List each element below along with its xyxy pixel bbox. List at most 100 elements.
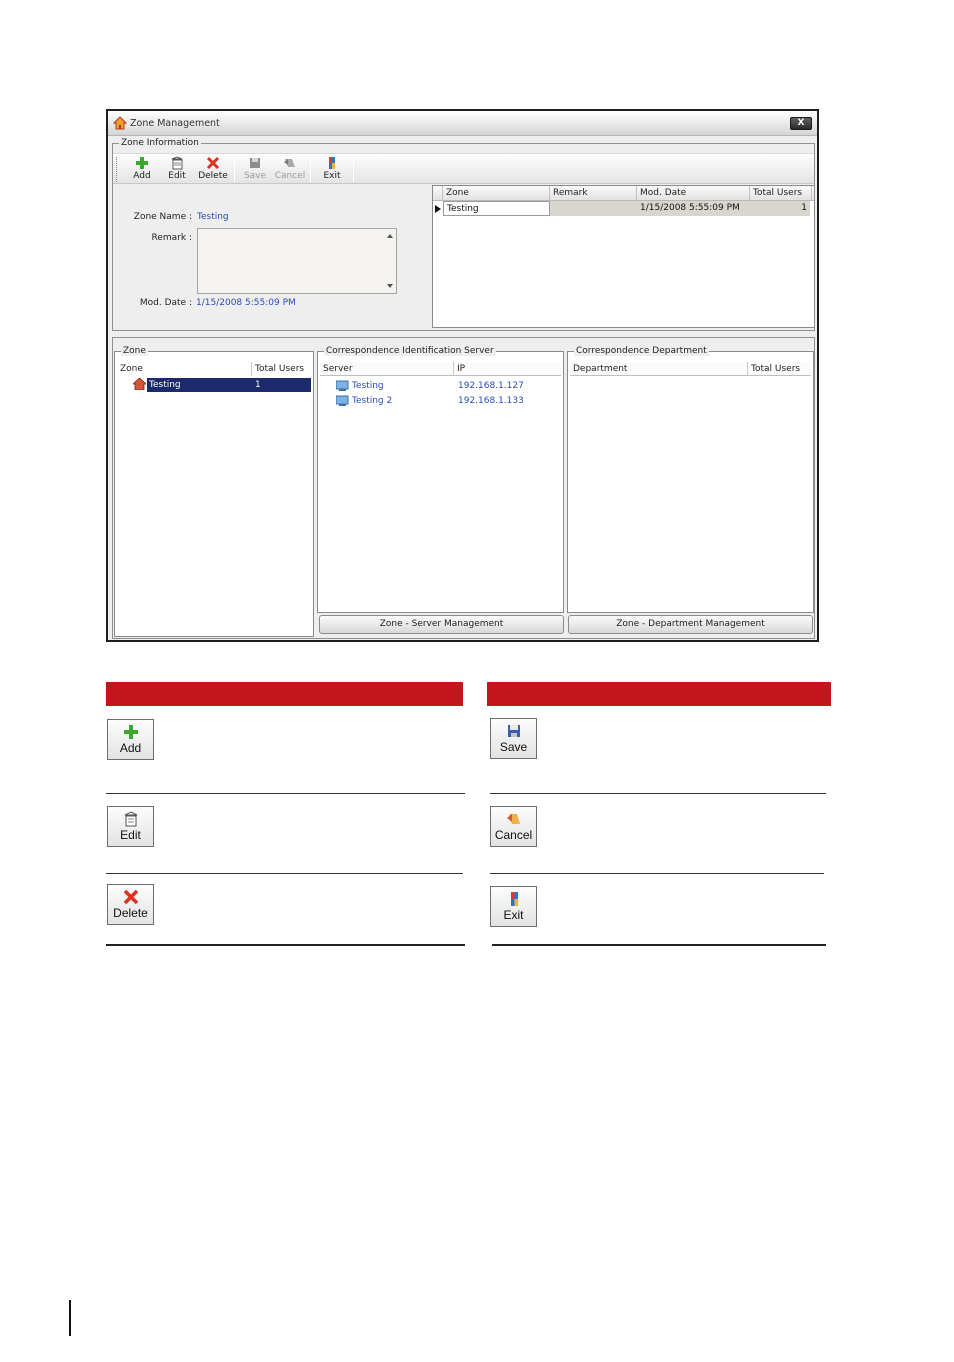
server-panel-title: Correspondence Identification Server	[324, 346, 496, 356]
department-panel: Correspondence Department Department Tot…	[567, 346, 814, 613]
server-panel: Correspondence Identification Server Ser…	[317, 346, 564, 613]
zone-home-icon	[133, 378, 146, 390]
server-icon	[336, 395, 349, 406]
divider	[106, 873, 463, 874]
remark-textarea[interactable]	[197, 228, 397, 294]
add-button[interactable]: Add	[127, 155, 157, 183]
floppy-disk-icon	[507, 725, 520, 737]
server-name: Testing	[352, 381, 384, 391]
zone-panel: Zone Zone Total Users Testing 1	[114, 346, 314, 637]
column-header-server[interactable]: Server	[320, 362, 454, 376]
exit-sample-label: Exit	[503, 908, 524, 922]
home-icon	[113, 116, 127, 130]
toolbar-separator	[353, 157, 354, 182]
cell-total-users[interactable]: 1	[750, 201, 810, 216]
undo-icon	[506, 814, 520, 824]
column-header-mod-date[interactable]: Mod. Date	[637, 186, 750, 201]
column-header-total-users[interactable]: Total Users	[748, 362, 813, 376]
zone-server-management-button[interactable]: Zone - Server Management	[319, 615, 564, 634]
divider	[490, 793, 826, 794]
save-sample-label: Save	[499, 740, 528, 754]
server-icon	[336, 380, 349, 391]
exit-label: Exit	[323, 171, 341, 181]
cancel-button[interactable]: Cancel	[273, 155, 307, 183]
zone-name: Testing	[149, 380, 181, 390]
add-button-sample: Add	[107, 719, 154, 760]
zone-management-window: Zone Management X Zone Information Add E…	[106, 109, 819, 642]
edit-label: Edit	[168, 171, 186, 181]
divider	[492, 944, 826, 946]
toolbar: Add Edit Delete Save Cancel Exit	[113, 153, 814, 184]
cell-remark[interactable]	[550, 201, 637, 216]
page-margin-mark	[69, 1300, 71, 1336]
column-header-zone[interactable]: Zone	[443, 186, 550, 201]
floppy-disk-icon	[250, 158, 260, 168]
row-pointer-icon	[435, 205, 441, 213]
toolbar-separator	[234, 157, 235, 182]
zone-panel-header: Zone Total Users	[117, 362, 311, 376]
scroll-down-arrow-icon[interactable]	[387, 284, 393, 288]
remark-label: Remark :	[151, 233, 192, 243]
add-sample-label: Add	[119, 741, 142, 755]
exit-button[interactable]: Exit	[319, 155, 345, 183]
right-header-bar	[487, 682, 831, 706]
column-header-total-users[interactable]: Total Users	[750, 186, 812, 201]
list-item[interactable]: Testing 1	[147, 378, 311, 392]
plus-icon	[136, 157, 148, 169]
column-header-remark[interactable]: Remark	[550, 186, 637, 201]
delete-x-icon	[206, 156, 220, 170]
mod-date-label: Mod. Date :	[139, 298, 192, 308]
zone-info-grid[interactable]: Zone Remark Mod. Date Total Users Testin…	[432, 185, 815, 328]
grid-header: Zone Remark Mod. Date Total Users	[433, 186, 814, 201]
delete-sample-label: Delete	[113, 906, 148, 920]
cell-mod-date[interactable]: 1/15/2008 5:55:09 PM	[637, 201, 750, 216]
list-item[interactable]: Testing 192.168.1.127	[336, 379, 562, 393]
server-ip: 192.168.1.133	[458, 396, 524, 406]
column-header-zone[interactable]: Zone	[117, 362, 251, 376]
server-ip: 192.168.1.127	[458, 381, 524, 391]
zone-information-label: Zone Information	[121, 138, 199, 148]
zone-name-label: Zone Name :	[133, 212, 192, 222]
exit-door-icon	[510, 892, 518, 906]
scroll-up-arrow-icon[interactable]	[387, 234, 393, 238]
save-label: Save	[243, 171, 267, 181]
title-bar[interactable]: Zone Management X	[108, 111, 817, 136]
exit-door-icon	[329, 157, 335, 169]
delete-button[interactable]: Delete	[196, 155, 230, 183]
server-panel-header: Server IP	[320, 362, 561, 376]
toolbar-grip[interactable]	[116, 157, 118, 182]
plus-icon	[123, 725, 138, 739]
column-header-department[interactable]: Department	[570, 362, 748, 376]
window-title: Zone Management	[130, 118, 220, 129]
close-button[interactable]: X	[790, 117, 812, 130]
save-button-sample: Save	[490, 718, 537, 759]
divider	[106, 793, 465, 794]
column-header-total-users[interactable]: Total Users	[251, 362, 311, 376]
cancel-sample-label: Cancel	[494, 828, 533, 842]
add-label: Add	[133, 171, 151, 181]
left-header-bar	[106, 682, 463, 706]
undo-icon	[284, 159, 295, 167]
zone-department-management-button[interactable]: Zone - Department Management	[568, 615, 813, 634]
delete-label: Delete	[198, 171, 228, 181]
zone-panel-title: Zone	[121, 346, 148, 356]
zone-total-users: 1	[255, 380, 261, 390]
toolbar-separator	[310, 157, 311, 182]
server-name: Testing 2	[352, 396, 393, 406]
row-indicator-header	[433, 186, 443, 201]
divider	[490, 873, 824, 874]
cell-zone[interactable]: Testing	[443, 201, 550, 216]
column-header-ip[interactable]: IP	[454, 362, 563, 376]
edit-button[interactable]: Edit	[163, 155, 191, 183]
save-button[interactable]: Save	[241, 155, 269, 183]
mod-date-value: 1/15/2008 5:55:09 PM	[196, 298, 296, 308]
zone-name-value: Testing	[197, 212, 229, 222]
remark-scrollbar[interactable]	[383, 229, 396, 293]
delete-x-icon	[123, 889, 138, 905]
list-item[interactable]: Testing 2 192.168.1.133	[336, 394, 562, 408]
exit-button-sample: Exit	[490, 886, 537, 927]
edit-sample-label: Edit	[120, 828, 141, 842]
edit-document-icon	[171, 156, 183, 170]
department-panel-header: Department Total Users	[570, 362, 811, 376]
divider	[106, 944, 465, 946]
